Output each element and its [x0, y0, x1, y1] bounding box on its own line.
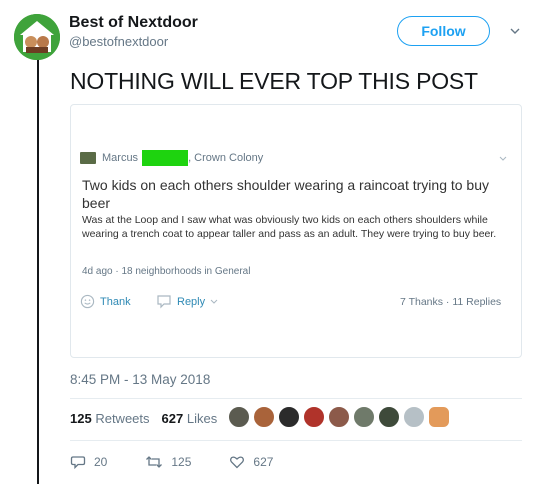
thread-line — [37, 52, 39, 484]
like-button[interactable]: 627 — [229, 454, 273, 470]
post-author-row: Marcus , Crown Colony — [80, 148, 263, 168]
post-author-avatar — [80, 152, 96, 164]
tweet-text: NOTHING WILL EVER TOP THIS POST — [70, 68, 478, 94]
avatar[interactable] — [378, 406, 400, 428]
thank-button: Thank — [80, 294, 131, 309]
avatar[interactable] — [428, 406, 450, 428]
likes-summary[interactable]: 627 Likes — [162, 411, 218, 426]
divider — [70, 440, 522, 441]
reply-button: Reply — [156, 294, 219, 309]
likes-label: Likes — [186, 411, 218, 426]
chevron-down-icon — [210, 299, 218, 304]
nextdoor-house-logo — [14, 14, 60, 60]
retweet-icon — [146, 456, 163, 468]
smile-icon — [80, 294, 95, 309]
retweet-count: 125 — [171, 455, 192, 469]
speech-bubble-icon — [157, 295, 171, 309]
avatar[interactable] — [303, 406, 325, 428]
avatar[interactable] — [328, 406, 350, 428]
liker-avatars — [228, 406, 453, 428]
heart-icon — [230, 456, 245, 469]
thank-label: Thank — [100, 295, 131, 308]
chevron-down-icon[interactable] — [508, 24, 522, 38]
follow-button[interactable]: Follow — [397, 16, 490, 46]
display-name[interactable]: Best of Nextdoor — [69, 14, 198, 32]
avatar[interactable] — [14, 14, 60, 60]
post-author-name: Marcus — [102, 152, 139, 164]
post-actions: Thank Reply 7 Thanks · 11 Replies — [80, 294, 520, 312]
reply-button[interactable]: 20 — [70, 454, 107, 470]
post-body: Was at the Loop and I saw what was obvio… — [82, 214, 497, 240]
divider — [70, 398, 522, 399]
tweet-actions: 20 125 627 — [70, 454, 311, 470]
reply-icon — [70, 456, 86, 470]
user-handle[interactable]: @bestofnextdoor — [69, 34, 168, 49]
post-title: Two kids on each others shoulder wearing… — [82, 177, 490, 211]
retweets-count: 125 — [70, 411, 92, 426]
tweet-timestamp[interactable]: 8:45 PM - 13 May 2018 — [70, 372, 210, 387]
engagement-summary: 125 Retweets 627 Likes — [70, 411, 217, 426]
avatar[interactable] — [278, 406, 300, 428]
reply-count: 20 — [94, 455, 108, 469]
chevron-down-icon — [499, 156, 507, 161]
retweets-summary[interactable]: 125 Retweets — [70, 411, 150, 426]
likes-count: 627 — [161, 411, 184, 426]
like-count: 627 — [253, 455, 274, 469]
retweet-button[interactable]: 125 — [145, 454, 191, 470]
avatar[interactable] — [253, 406, 275, 428]
reply-label: Reply — [177, 295, 206, 308]
redaction-block — [142, 150, 189, 166]
post-meta: 4d ago · 18 neighborhoods in General — [82, 266, 251, 277]
post-stats: 7 Thanks · 11 Replies — [400, 296, 502, 308]
avatar[interactable] — [228, 406, 250, 428]
retweets-label: Retweets — [95, 411, 150, 426]
avatar[interactable] — [403, 406, 425, 428]
avatar[interactable] — [353, 406, 375, 428]
post-author-location: , Crown Colony — [188, 152, 264, 164]
